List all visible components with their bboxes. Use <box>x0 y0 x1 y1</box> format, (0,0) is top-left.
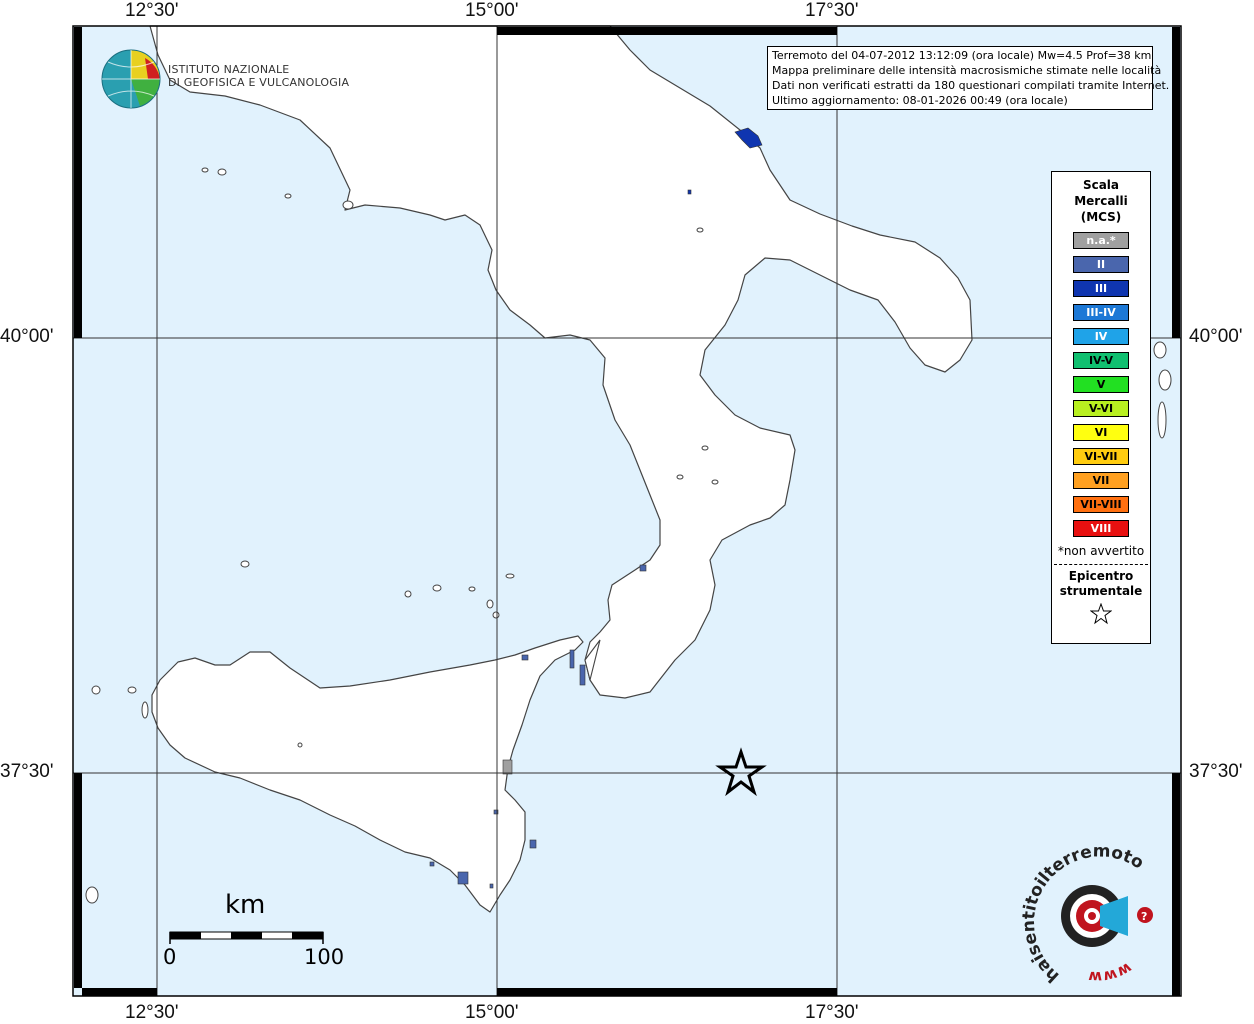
legend-swatch: VIII <box>1073 520 1129 537</box>
scale-min-label: 0 <box>163 945 177 969</box>
legend-swatch: n.a.* <box>1073 232 1129 249</box>
legend-swatches: n.a.* II III III-IV IV IV-V V V-VI VI VI-VII VII VI… <box>1052 232 1150 537</box>
legend-title-line-1: Scala <box>1082 178 1120 192</box>
svg-text:?: ? <box>1141 910 1147 923</box>
legend-title-line-2: Mercalli <box>1074 194 1128 208</box>
left-lat-label-1: 40°00' <box>0 326 54 347</box>
legend-swatch: VII <box>1073 472 1129 489</box>
bottom-lon-label-3: 17°30' <box>805 1002 859 1023</box>
legend-title: Scala Mercalli (MCS) <box>1052 177 1150 225</box>
right-lat-label-2: 37°30' <box>1189 761 1243 782</box>
bottom-lon-label-1: 12°30' <box>125 1002 179 1023</box>
institute-line-2: DI GEOFISICA E VULCANOLOGIA <box>168 76 350 89</box>
top-lon-label-3: 17°30' <box>805 0 859 21</box>
legend-epicentre-line-1: Epicentro <box>1068 569 1134 583</box>
mcs-legend: Scala Mercalli (MCS) n.a.* II III III-IV IV I… <box>1051 171 1151 644</box>
legend-title-line-3: (MCS) <box>1080 210 1122 224</box>
legend-swatch: VI-VII <box>1073 448 1129 465</box>
ingv-globe-logo <box>101 49 161 109</box>
legend-swatch: V-VI <box>1073 400 1129 417</box>
top-lon-label-1: 12°30' <box>125 0 179 21</box>
left-lat-label-2: 37°30' <box>0 761 54 782</box>
legend-epicentre-label: Epicentro strumentale <box>1052 569 1150 599</box>
institute-line-1: ISTITUTO NAZIONALE <box>168 63 290 76</box>
right-lat-label-1: 40°00' <box>1189 326 1243 347</box>
legend-swatch: VII-VIII <box>1073 496 1129 513</box>
scale-unit-label: km <box>225 890 266 920</box>
legend-epicentre-line-2: strumentale <box>1059 584 1143 598</box>
event-info-line-1: Terremoto del 04-07-2012 13:12:09 (ora l… <box>772 49 1152 62</box>
legend-note: *non avvertito <box>1057 544 1145 558</box>
legend-swatch: II <box>1073 256 1129 273</box>
event-info-line-4: Ultimo aggiornamento: 08-01-2026 00:49 (… <box>772 94 1068 107</box>
legend-separator <box>1054 564 1148 565</box>
event-info-line-3: Dati non verificati estratti da 180 ques… <box>772 79 1170 92</box>
legend-swatch: V <box>1073 376 1129 393</box>
bottom-lon-label-2: 15°00' <box>465 1002 519 1023</box>
legend-swatch: III-IV <box>1073 304 1129 321</box>
event-info-box: Terremoto del 04-07-2012 13:12:09 (ora l… <box>767 46 1170 110</box>
event-info-line-2: Mappa preliminare delle intensità macros… <box>772 64 1162 77</box>
institute-name: ISTITUTO NAZIONALE DI GEOFISICA E VULCAN… <box>168 63 349 89</box>
legend-star-icon <box>1052 602 1150 629</box>
top-lon-label-2: 15°00' <box>465 0 519 21</box>
legend-swatch: IV <box>1073 328 1129 345</box>
legend-swatch: III <box>1073 280 1129 297</box>
legend-swatch: IV-V <box>1073 352 1129 369</box>
scale-max-label: 100 <box>304 945 345 969</box>
legend-swatch: VI <box>1073 424 1129 441</box>
